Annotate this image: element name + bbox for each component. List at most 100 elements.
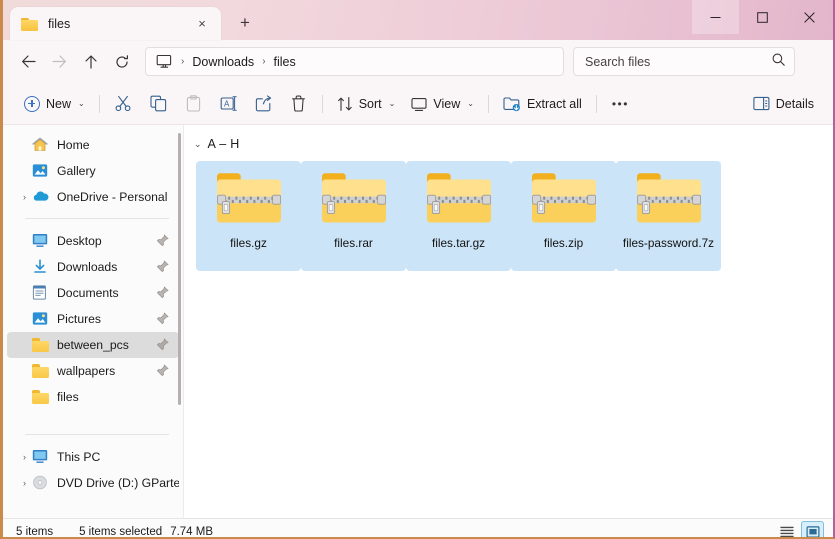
- maximize-icon: [757, 12, 768, 23]
- desktop-icon: [32, 233, 50, 249]
- view-icon: [411, 96, 427, 112]
- paste-button[interactable]: [176, 89, 211, 119]
- chevron-right-icon[interactable]: ›: [17, 452, 32, 462]
- sidebar-item-pictures[interactable]: Pictures: [7, 306, 179, 332]
- sidebar-item-between-pcs[interactable]: between_pcs: [7, 332, 179, 358]
- documents-icon: [32, 285, 50, 301]
- status-bar: 5 items 5 items selected 7.74 MB: [3, 518, 833, 539]
- close-icon: [804, 12, 815, 23]
- sidebar-item-label: between_pcs: [57, 338, 129, 352]
- this-pc-icon[interactable]: [156, 54, 173, 69]
- file-list-pane[interactable]: ⌄ A – H: [184, 125, 833, 518]
- list-view-button[interactable]: [775, 521, 798, 539]
- sidebar-item-gallery[interactable]: Gallery: [7, 158, 179, 184]
- copy-button[interactable]: [141, 89, 176, 119]
- search-input[interactable]: Search files: [573, 47, 795, 76]
- file-item[interactable]: files-password.7z: [616, 161, 721, 271]
- search-placeholder: Search files: [585, 55, 650, 69]
- maximize-button[interactable]: [739, 0, 786, 34]
- chevron-right-icon[interactable]: ›: [17, 478, 32, 488]
- zip-folder-icon: [633, 168, 705, 230]
- extract-all-button[interactable]: Extract all: [495, 89, 590, 119]
- sort-button[interactable]: Sort ⌄: [329, 89, 404, 119]
- folder-icon: [32, 337, 50, 353]
- file-name: files.gz: [230, 236, 267, 250]
- rename-button[interactable]: A: [211, 89, 246, 119]
- zip-folder-icon: [318, 168, 390, 230]
- file-item[interactable]: files.rar: [301, 161, 406, 271]
- pin-icon[interactable]: [157, 260, 169, 273]
- breadcrumb-item-files[interactable]: files: [269, 53, 301, 71]
- details-button-label: Details: [776, 97, 814, 111]
- toolbar-divider: [488, 95, 489, 113]
- tab-label: files: [48, 17, 191, 31]
- new-tab-button[interactable]: +: [230, 8, 260, 38]
- file-grid: files.gz: [184, 161, 833, 271]
- pictures-icon: [32, 311, 50, 327]
- toolbar-divider: [596, 95, 597, 113]
- sidebar-item-label: Pictures: [57, 312, 101, 326]
- more-options-button[interactable]: •••: [603, 89, 638, 119]
- close-button[interactable]: [786, 0, 833, 34]
- pin-icon[interactable]: [157, 338, 169, 351]
- forward-button[interactable]: [44, 46, 75, 77]
- delete-button[interactable]: [281, 89, 316, 119]
- pin-icon[interactable]: [157, 286, 169, 299]
- sidebar-item-files[interactable]: files: [7, 384, 179, 410]
- group-header-title: A – H: [208, 137, 240, 151]
- onedrive-icon: [32, 189, 50, 205]
- chevron-right-icon[interactable]: ›: [17, 192, 32, 202]
- pin-icon[interactable]: [157, 234, 169, 247]
- group-header[interactable]: ⌄ A – H: [184, 133, 833, 155]
- up-button[interactable]: [75, 46, 106, 77]
- pin-icon[interactable]: [157, 312, 169, 325]
- share-button[interactable]: [246, 89, 281, 119]
- close-tab-icon[interactable]: ×: [191, 13, 213, 35]
- breadcrumb-item-downloads[interactable]: Downloads: [187, 53, 259, 71]
- file-item[interactable]: files.zip: [511, 161, 616, 271]
- chevron-down-icon[interactable]: ⌄: [194, 139, 202, 150]
- sidebar-item-wallpapers[interactable]: wallpapers: [7, 358, 179, 384]
- cut-button[interactable]: [106, 89, 141, 119]
- new-button[interactable]: New ⌄: [16, 89, 93, 119]
- tile-view-button[interactable]: [801, 521, 824, 539]
- sidebar-item-desktop[interactable]: Desktop: [7, 228, 179, 254]
- details-pane-button[interactable]: Details: [745, 89, 822, 119]
- this-pc-icon: [32, 449, 50, 465]
- tile-view-icon: [806, 526, 820, 538]
- sidebar-item-label: wallpapers: [57, 364, 115, 378]
- pin-icon[interactable]: [157, 364, 169, 377]
- toolbar-divider: [322, 95, 323, 113]
- file-name: files.rar: [334, 236, 373, 250]
- refresh-button[interactable]: [106, 46, 137, 77]
- arrow-right-icon: [52, 55, 67, 68]
- breadcrumb-separator: ›: [178, 56, 187, 67]
- minimize-button[interactable]: [692, 0, 739, 34]
- sidebar-item-this-pc[interactable]: › This PC: [7, 444, 179, 470]
- list-view-icon: [780, 526, 794, 538]
- file-item[interactable]: files.gz: [196, 161, 301, 271]
- breadcrumb-separator: ›: [259, 56, 268, 67]
- sidebar-item-home[interactable]: Home: [7, 132, 179, 158]
- paste-icon: [185, 95, 202, 112]
- details-pane-icon: [753, 96, 770, 111]
- file-item[interactable]: files.tar.gz: [406, 161, 511, 271]
- back-button[interactable]: [13, 46, 44, 77]
- sidebar-item-label: This PC: [57, 450, 100, 464]
- breadcrumb[interactable]: › Downloads › files: [145, 47, 564, 76]
- file-name: files.tar.gz: [432, 236, 485, 250]
- command-bar: New ⌄ A: [3, 83, 833, 125]
- plus-circle-icon: [24, 96, 40, 112]
- search-icon[interactable]: [772, 53, 785, 71]
- sidebar-item-downloads[interactable]: Downloads: [7, 254, 179, 280]
- sidebar-item-label: Gallery: [57, 164, 96, 178]
- sidebar-scrollbar[interactable]: [178, 133, 181, 405]
- sidebar-item-onedrive[interactable]: › OneDrive - Personal: [7, 184, 179, 210]
- scissors-icon: [115, 95, 132, 112]
- tab-files[interactable]: files ×: [10, 7, 221, 40]
- sidebar-item-label: files: [57, 390, 79, 404]
- view-button[interactable]: View ⌄: [403, 89, 482, 119]
- sidebar-item-documents[interactable]: Documents: [7, 280, 179, 306]
- address-bar: › Downloads › files Search files: [3, 40, 833, 83]
- sidebar-item-dvd-drive[interactable]: › DVD Drive (D:) GParted-liv: [7, 470, 179, 496]
